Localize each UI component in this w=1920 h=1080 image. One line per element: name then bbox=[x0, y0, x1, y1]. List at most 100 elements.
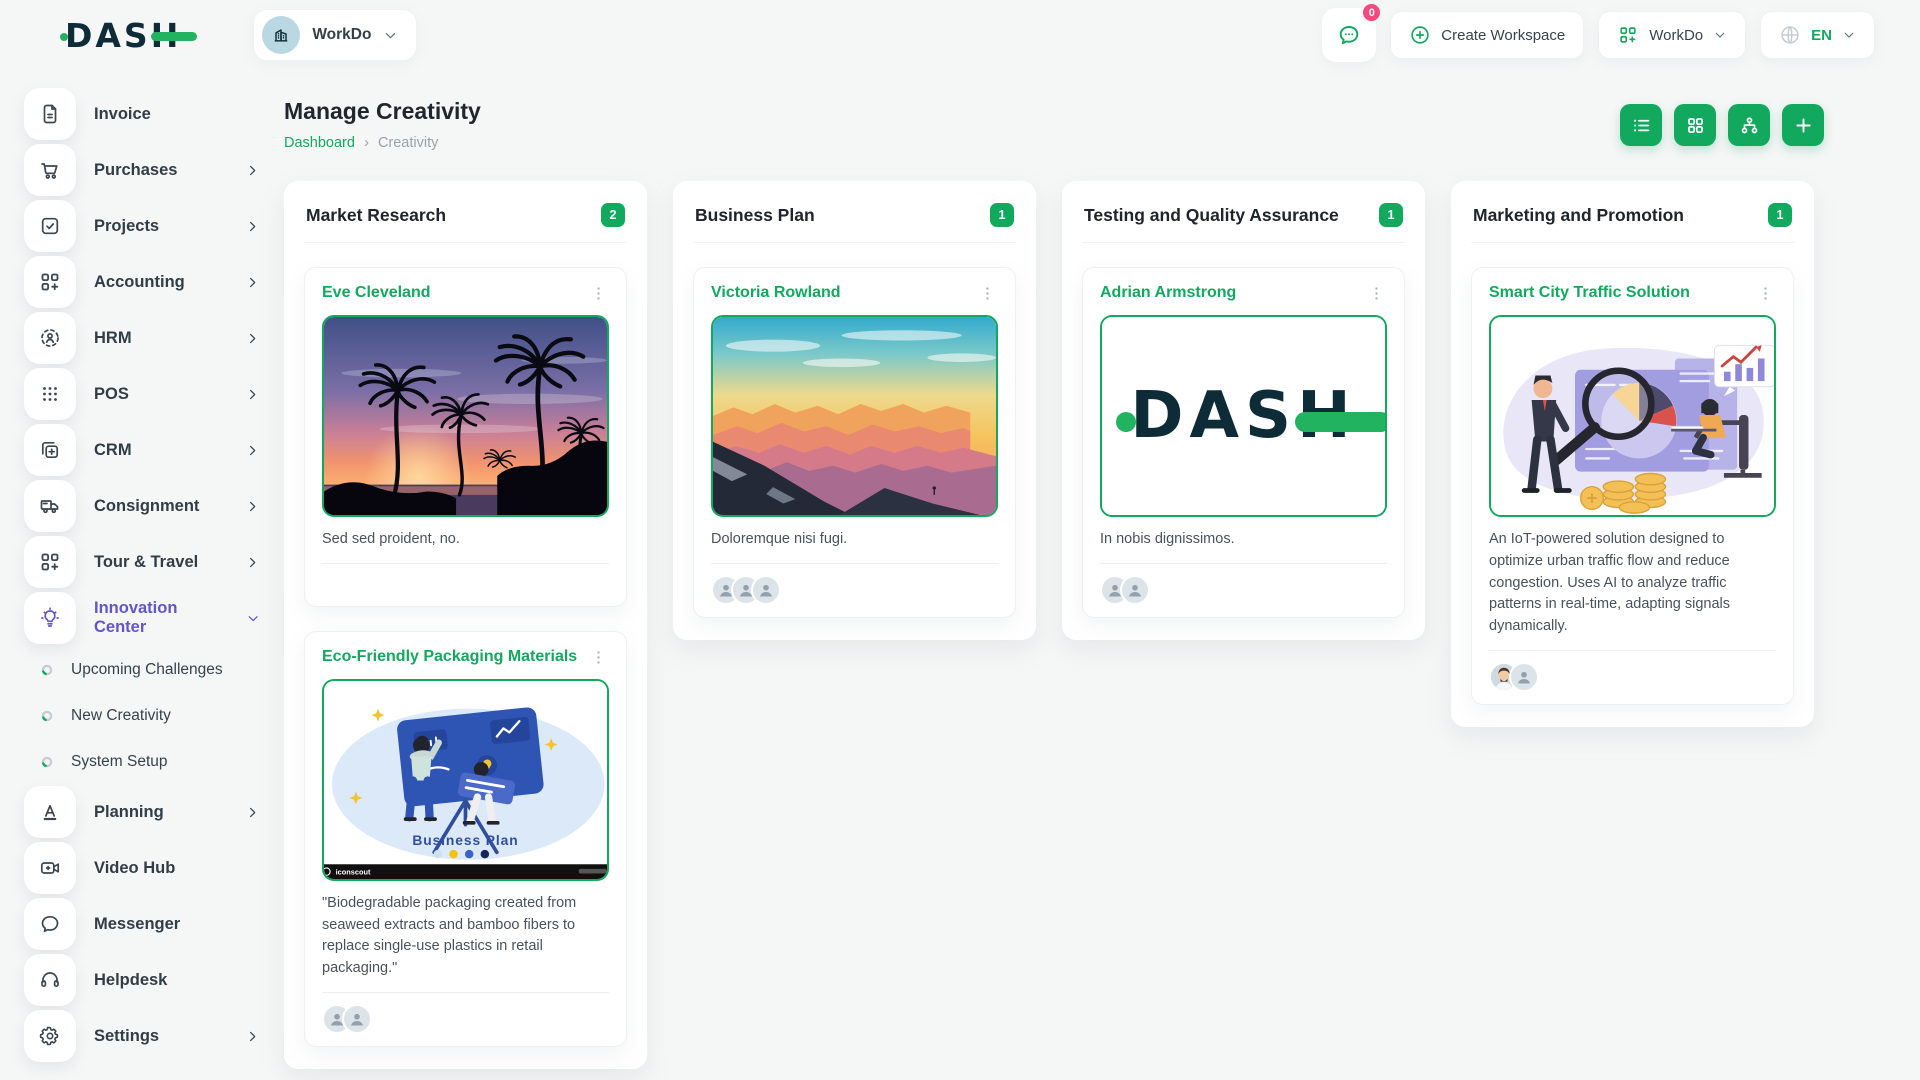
card-title[interactable]: Victoria Rowland bbox=[711, 283, 841, 304]
chevron-right-icon bbox=[245, 1029, 260, 1044]
sidebar-item-invoice[interactable]: Invoice bbox=[24, 88, 266, 140]
sidebar-item-projects[interactable]: Projects bbox=[24, 200, 266, 252]
submenu-ring-icon bbox=[40, 709, 54, 723]
sidebar-item-helpdesk[interactable]: Helpdesk bbox=[24, 954, 266, 1006]
sidebar-item-label: HRM bbox=[94, 329, 132, 348]
sidebar-item-crm[interactable]: CRM bbox=[24, 424, 266, 476]
assignee-avatar[interactable] bbox=[751, 575, 781, 605]
sidebar-item-label: Purchases bbox=[94, 161, 177, 180]
card-description: Sed sed proident, no. bbox=[322, 529, 609, 564]
sidebar-item-purchases[interactable]: Purchases bbox=[24, 144, 266, 196]
sidebar-item-innovation-center[interactable]: Innovation Center bbox=[24, 592, 266, 644]
card-menu-button[interactable] bbox=[977, 283, 998, 304]
kanban-card[interactable]: Adrian Armstrong DASH In nobis digniss bbox=[1082, 267, 1405, 618]
sidebar-subitem-label: System Setup bbox=[71, 753, 168, 771]
list-view-icon bbox=[1631, 115, 1652, 136]
sidebar-item-settings[interactable]: Settings bbox=[24, 1010, 266, 1062]
card-title[interactable]: Smart City Traffic Solution bbox=[1489, 283, 1690, 304]
column-count-badge: 2 bbox=[601, 203, 625, 227]
messages-count-badge: 0 bbox=[1361, 2, 1382, 23]
card-menu-button[interactable] bbox=[1755, 283, 1776, 304]
dots-grid-icon bbox=[38, 382, 62, 406]
card-image-business-plan-illustration[interactable]: Business Plan iconscout bbox=[322, 679, 609, 881]
grid-view-button[interactable] bbox=[1674, 104, 1716, 146]
app-menu-button[interactable]: WorkDo bbox=[1598, 11, 1746, 59]
add-board-button[interactable] bbox=[1782, 104, 1824, 146]
kanban-card[interactable]: Smart City Traffic Solution bbox=[1471, 267, 1794, 705]
letter-a-icon bbox=[38, 800, 62, 824]
breadcrumb-dashboard-link[interactable]: Dashboard bbox=[284, 135, 355, 151]
card-menu-button[interactable] bbox=[588, 647, 609, 668]
card-image-dash-logo[interactable]: DASH bbox=[1100, 315, 1387, 517]
column-header: Marketing and Promotion 1 bbox=[1471, 199, 1794, 243]
card-title[interactable]: Adrian Armstrong bbox=[1100, 283, 1236, 304]
topbar-actions: 0 Create Workspace WorkDo EN bbox=[1322, 8, 1875, 62]
dash-logo[interactable]: DASH bbox=[65, 16, 181, 55]
card-footer bbox=[322, 993, 609, 1034]
card-title[interactable]: Eve Cleveland bbox=[322, 283, 431, 304]
sidebar-subitem-system-setup[interactable]: System Setup bbox=[40, 740, 266, 784]
sidebar-item-label: Tour & Travel bbox=[94, 553, 198, 572]
breadcrumb-current: Creativity bbox=[378, 135, 438, 151]
card-menu-button[interactable] bbox=[1366, 283, 1387, 304]
card-image-mountain-sunset[interactable] bbox=[711, 315, 998, 517]
language-selector[interactable]: EN bbox=[1760, 11, 1875, 59]
sidebar-item-pos[interactable]: POS bbox=[24, 368, 266, 420]
sidebar-item-consignment[interactable]: Consignment bbox=[24, 480, 266, 532]
kebab-menu-icon bbox=[590, 285, 607, 302]
card-image-analytics-illustration[interactable] bbox=[1489, 315, 1776, 517]
kanban-card[interactable]: Eco-Friendly Packaging Materials bbox=[304, 631, 627, 1047]
view-toolbar bbox=[1620, 104, 1824, 146]
submenu-ring-icon bbox=[40, 755, 54, 769]
add-icon bbox=[1793, 115, 1814, 136]
page-title: Manage Creativity bbox=[284, 98, 481, 125]
gear-icon bbox=[38, 1024, 62, 1048]
workspace-switcher[interactable]: WorkDo bbox=[253, 9, 417, 61]
sidebar-item-accounting[interactable]: Accounting bbox=[24, 256, 266, 308]
card-image-palm-sunset[interactable] bbox=[322, 315, 609, 517]
card-footer bbox=[1100, 564, 1387, 605]
workspace-name: WorkDo bbox=[312, 26, 371, 44]
sidebar-item-planning[interactable]: Planning bbox=[24, 786, 266, 838]
card-description: In nobis dignissimos. bbox=[1100, 529, 1387, 564]
chevron-down-icon bbox=[1713, 28, 1727, 42]
column-header: Market Research 2 bbox=[304, 199, 627, 243]
chevron-right-icon bbox=[245, 387, 260, 402]
kanban-card[interactable]: Eve Cleveland bbox=[304, 267, 627, 607]
assignee-avatar[interactable] bbox=[1509, 662, 1539, 692]
sidebar-item-label: Settings bbox=[94, 1027, 159, 1046]
kanban-card[interactable]: Victoria Rowland bbox=[693, 267, 1016, 618]
headphones-icon bbox=[38, 968, 62, 992]
sidebar-item-label: Planning bbox=[94, 803, 164, 822]
sidebar-subitem-new-creativity[interactable]: New Creativity bbox=[40, 694, 266, 738]
sidebar-item-hrm[interactable]: HRM bbox=[24, 312, 266, 364]
card-title[interactable]: Eco-Friendly Packaging Materials bbox=[322, 647, 577, 668]
checkbox-icon bbox=[38, 214, 62, 238]
language-label: EN bbox=[1811, 27, 1832, 44]
grid-plus-icon bbox=[1617, 24, 1639, 46]
column-count-badge: 1 bbox=[990, 203, 1014, 227]
sidebar-item-label: Accounting bbox=[94, 273, 185, 292]
truck-icon bbox=[38, 494, 62, 518]
illustration-caption: Business Plan bbox=[412, 832, 518, 848]
kanban-column-testing-qa: Testing and Quality Assurance 1 Adrian A… bbox=[1062, 181, 1425, 640]
list-view-button[interactable] bbox=[1620, 104, 1662, 146]
card-footer bbox=[322, 564, 609, 594]
user-scan-icon bbox=[38, 326, 62, 350]
sidebar-subitem-upcoming-challenges[interactable]: Upcoming Challenges bbox=[40, 648, 266, 692]
create-workspace-button[interactable]: Create Workspace bbox=[1390, 11, 1584, 59]
topbar: DASH WorkDo 0 Create Workspace bbox=[0, 0, 1920, 70]
card-footer bbox=[711, 564, 998, 605]
chevron-right-icon bbox=[245, 219, 260, 234]
messages-button[interactable]: 0 bbox=[1322, 8, 1376, 62]
assignee-avatar[interactable] bbox=[342, 1004, 372, 1034]
hierarchy-view-icon bbox=[1739, 115, 1760, 136]
card-menu-button[interactable] bbox=[588, 283, 609, 304]
sidebar-item-tour-travel[interactable]: Tour & Travel bbox=[24, 536, 266, 588]
sidebar-item-messenger[interactable]: Messenger bbox=[24, 898, 266, 950]
assignee-avatar[interactable] bbox=[1120, 575, 1150, 605]
building-icon bbox=[271, 25, 291, 45]
hierarchy-view-button[interactable] bbox=[1728, 104, 1770, 146]
sidebar-item-video-hub[interactable]: Video Hub bbox=[24, 842, 266, 894]
column-title: Market Research bbox=[306, 205, 446, 226]
